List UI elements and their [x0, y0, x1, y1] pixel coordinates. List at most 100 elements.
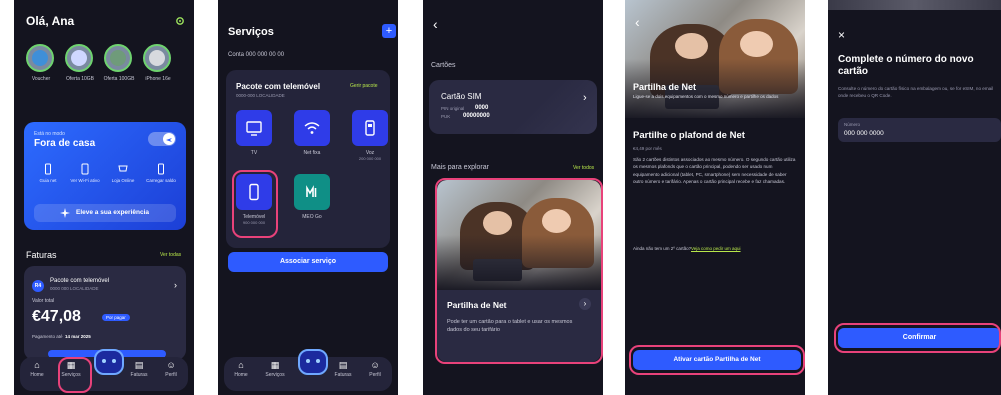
- manage-link[interactable]: Gerir pacote: [350, 83, 378, 89]
- settings-icon[interactable]: [174, 14, 186, 26]
- tv-icon: [246, 121, 262, 136]
- service-tv[interactable]: [236, 110, 272, 146]
- user-icon: ☺: [166, 360, 176, 370]
- service-label: MEO Go: [302, 214, 322, 220]
- tab-services[interactable]: ▦ Serviços: [260, 360, 290, 379]
- chevron-right-icon: ›: [174, 280, 177, 290]
- service-label: TV: [250, 150, 258, 156]
- hero-actions: Guia net Ver Wi-Fi ativo Loja Online Car…: [34, 162, 176, 192]
- story-oferta-10gb[interactable]: [65, 44, 93, 72]
- upgrade-label: Eleve a sua experiência: [76, 209, 149, 216]
- status-badge: Por pagar: [102, 314, 130, 321]
- invoice-card[interactable]: R4 Pacote com telemóvel 0000 000 LOCALID…: [24, 266, 186, 360]
- associate-service-button[interactable]: Associar serviço: [228, 252, 388, 272]
- story-label: Oferta 100GB: [103, 76, 135, 82]
- story-oferta-100gb[interactable]: [104, 44, 132, 72]
- due-date: 14 mar 2025: [65, 334, 91, 339]
- invoice-plan-sub: 0000 000 LOCALIDADE: [50, 286, 99, 291]
- landline-icon: [365, 120, 375, 136]
- grid-icon: ▦: [270, 360, 280, 370]
- invoice-plan: Pacote com telemóvel: [50, 278, 110, 284]
- sparkle-icon: [60, 208, 70, 218]
- sim-card[interactable]: Cartão SIM PIN original 0000 PUK 0000000…: [429, 80, 597, 134]
- sim-title: Cartão SIM: [441, 92, 482, 101]
- back-icon[interactable]: ‹: [433, 16, 438, 32]
- user-icon: ☺: [370, 360, 380, 370]
- upgrade-button[interactable]: Eleve a sua experiência: [34, 204, 176, 222]
- home-icon: ⌂: [34, 360, 40, 370]
- highlight-confirm-button: [834, 323, 1001, 353]
- close-icon[interactable]: ×: [838, 28, 845, 42]
- invoice-amount: €47,08: [32, 308, 81, 325]
- package-title: Pacote com telemóvel: [236, 82, 321, 91]
- net-share-screen: ‹ Partilha de Net Ligue-se a dois equipa…: [625, 0, 805, 395]
- section-title: Partilhe o plafond de Net: [633, 130, 745, 141]
- wifi-icon: [304, 122, 320, 134]
- field-value: 000 000 0000: [844, 130, 884, 137]
- meo-go-icon: [306, 185, 317, 197]
- service-label: Net fixa: [303, 150, 321, 156]
- assistant-icon[interactable]: [94, 349, 124, 375]
- card-number-field[interactable]: Número 000 000 0000: [838, 118, 1001, 142]
- price: €4,49 por mês: [633, 146, 662, 151]
- section-title: Faturas: [26, 250, 57, 260]
- greeting: Olá, Ana: [26, 14, 75, 28]
- tab-home[interactable]: ⌂ Home: [226, 361, 256, 379]
- tab-profile[interactable]: ☺ Perfil: [156, 360, 186, 379]
- back-icon[interactable]: ‹: [635, 14, 640, 30]
- hero-subtitle: Ligue-se a dois equipamentos com o mesmo…: [633, 94, 779, 99]
- top-strip: [828, 0, 1001, 10]
- story-voucher[interactable]: [26, 44, 54, 72]
- invoice-icon: ▤: [338, 360, 348, 370]
- tab-bar: ⌂ Home ▦ Serviços ▤ Faturas ☺ Perfil: [224, 349, 392, 391]
- pin-label: PIN original: [441, 106, 465, 111]
- topup-icon[interactable]: [155, 162, 167, 175]
- hint-text: Consulte o número do cartão físico na em…: [838, 86, 994, 98]
- tab-profile[interactable]: ☺ Perfil: [360, 360, 390, 379]
- service-meo-go[interactable]: [294, 174, 330, 210]
- card-number-screen: × Complete o número do novo cartão Consu…: [828, 0, 1001, 395]
- action-label: Carregar saldo: [146, 178, 176, 183]
- tab-home[interactable]: ⌂ Home: [22, 360, 52, 379]
- see-all-link[interactable]: Ver todos: [573, 165, 594, 171]
- home-mode-card: Está no modo Fora de casa Guia net Ver W…: [24, 122, 186, 230]
- highlight-offer-card: [435, 178, 603, 364]
- action-label: Guia net: [39, 178, 57, 183]
- mode-caption: Está no modo: [34, 131, 65, 137]
- assistant-icon[interactable]: [298, 349, 328, 375]
- see-all-link[interactable]: Ver todas: [160, 252, 181, 258]
- highlight-mobile-service: [232, 170, 278, 238]
- story-label: Voucher: [31, 76, 51, 82]
- action-label: Loja Online: [111, 178, 135, 183]
- cart-icon[interactable]: [117, 162, 129, 174]
- mode-toggle[interactable]: [148, 132, 176, 146]
- wifi-icon[interactable]: [79, 162, 91, 175]
- plane-icon: [166, 138, 172, 142]
- pin-value: 0000: [475, 105, 489, 111]
- home-screen: Olá, Ana Voucher Oferta 10GB Oferta 100G…: [14, 0, 194, 395]
- section-title: Mais para explorar: [431, 164, 489, 171]
- tab-invoices[interactable]: ▤ Faturas: [124, 360, 154, 379]
- service-net[interactable]: [294, 110, 330, 146]
- phone-icon[interactable]: [42, 162, 54, 175]
- hero-photo: [625, 0, 805, 118]
- action-label: Ver Wi-Fi ativo: [70, 178, 100, 183]
- chevron-right-icon: ›: [583, 92, 587, 104]
- total-label: Valor total: [32, 298, 55, 304]
- story-label: Oferta 10GB: [65, 76, 95, 82]
- story-iphone[interactable]: [143, 44, 171, 72]
- service-sub: 200 000 000: [358, 156, 382, 161]
- highlight-services-tab: [58, 357, 92, 393]
- puk-value: 00000000: [463, 113, 490, 119]
- service-detail-screen: ‹ Cartões Cartão SIM PIN original 0000 P…: [423, 0, 603, 395]
- field-label: Número: [844, 122, 861, 127]
- tab-invoices[interactable]: ▤ Faturas: [328, 360, 358, 379]
- add-icon[interactable]: +: [382, 24, 396, 38]
- page-title: Complete o número do novo cartão: [838, 54, 974, 77]
- invoice-badge: R4: [32, 280, 44, 292]
- puk-label: PUK: [441, 114, 451, 119]
- how-to-order-link[interactable]: Veja como pedir um aqui: [691, 246, 741, 251]
- invoice-icon: ▤: [134, 360, 144, 370]
- prompt-text: Ainda não tem um 2º cartão?: [633, 246, 692, 251]
- service-voice[interactable]: [352, 110, 388, 146]
